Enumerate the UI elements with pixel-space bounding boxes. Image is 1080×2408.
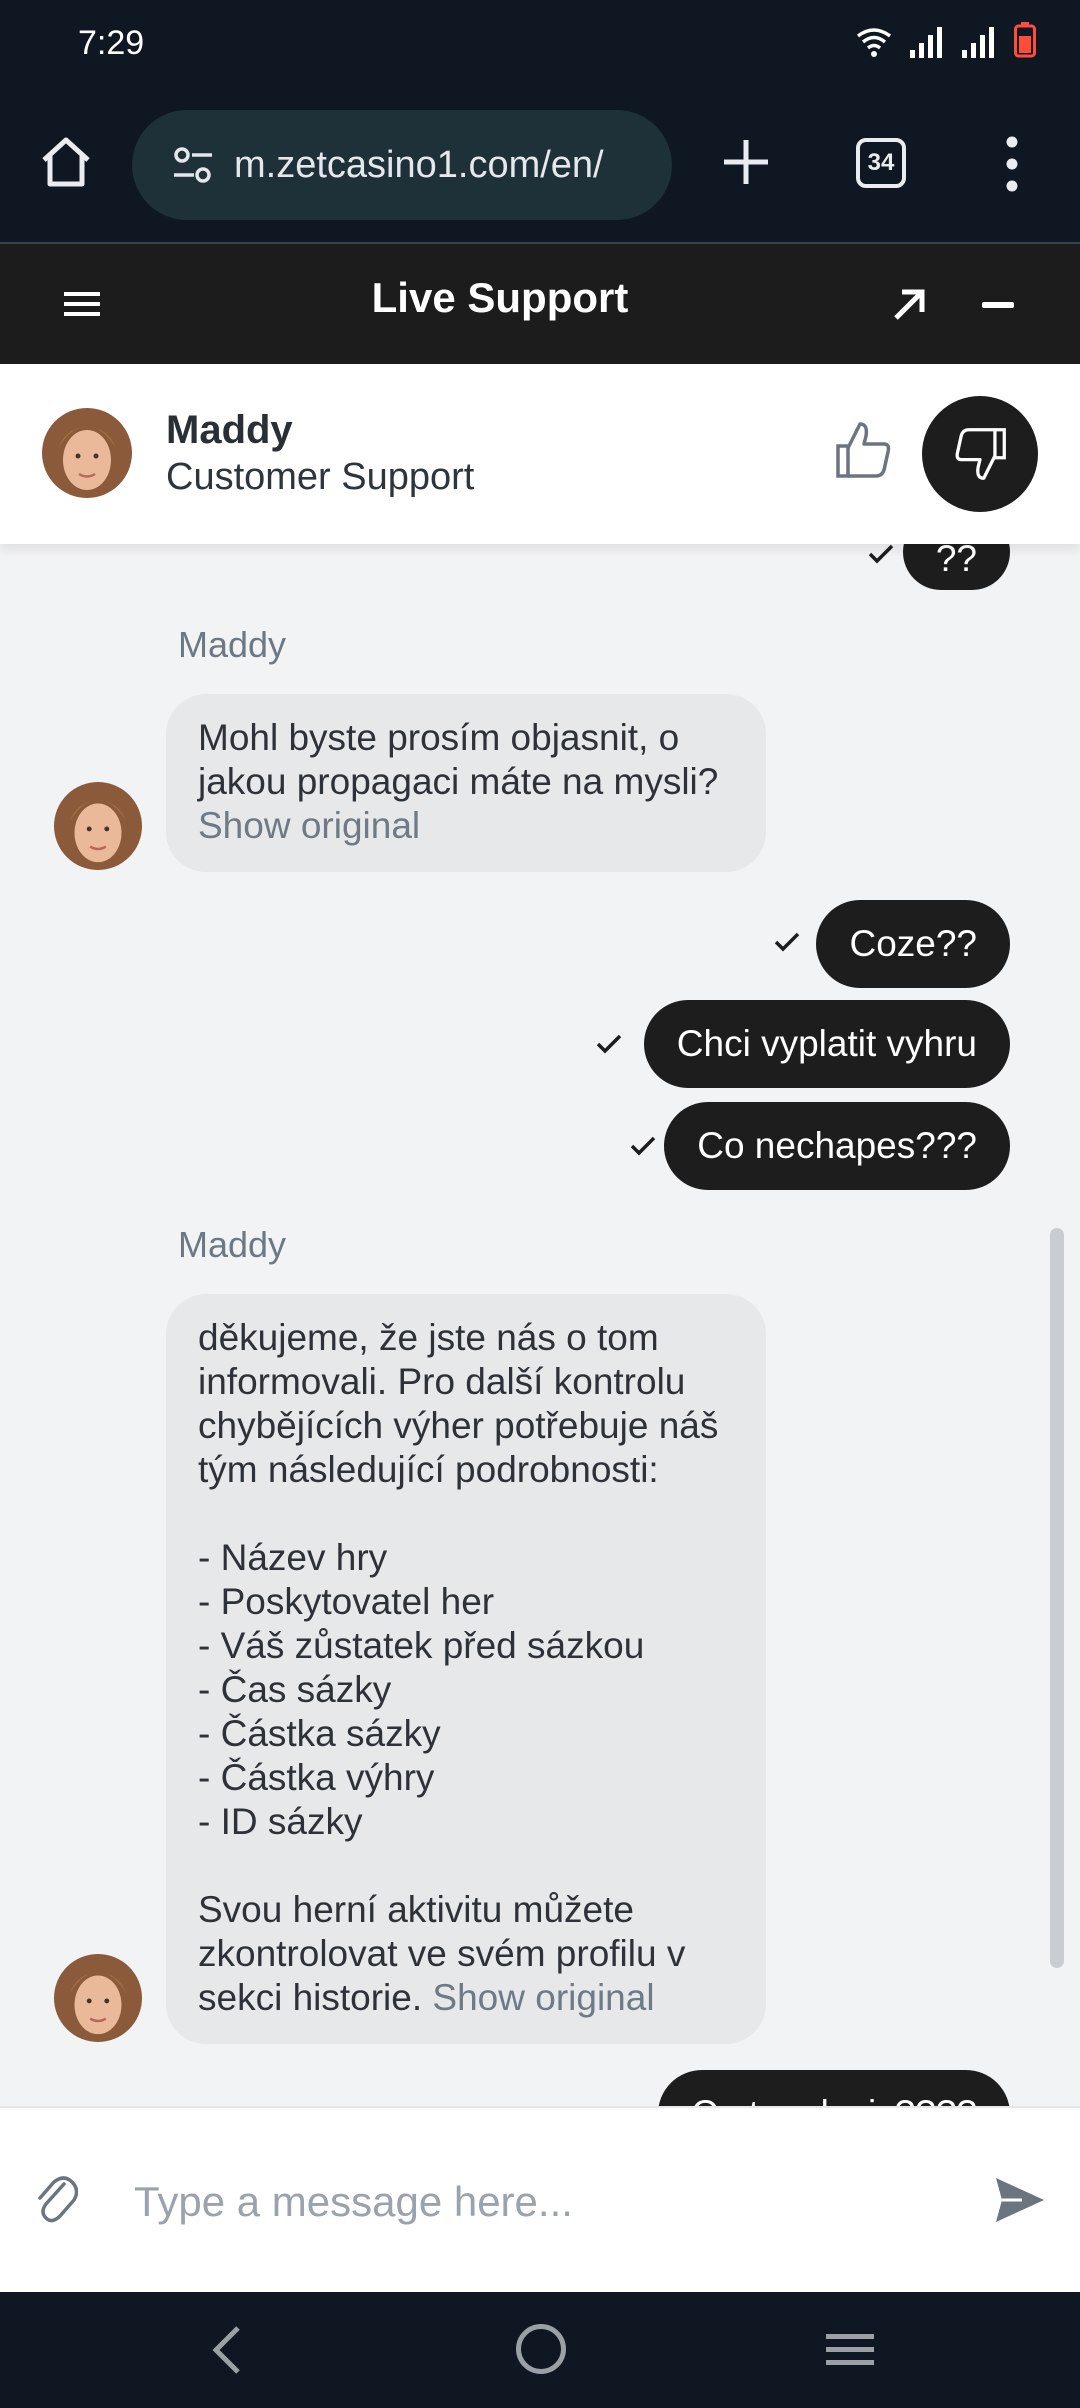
send-icon[interactable] (994, 2174, 1046, 2226)
system-nav-bar (0, 2292, 1080, 2408)
user-message-bubble: Coze?? (816, 900, 1010, 988)
chat-scrollbar[interactable] (1050, 1228, 1064, 1968)
message-input[interactable] (134, 2162, 954, 2242)
agent-name: Maddy (166, 408, 293, 452)
sent-check-icon (630, 1136, 656, 1156)
agent-avatar (42, 408, 132, 498)
message-composer (0, 2106, 1080, 2292)
recents-icon[interactable] (824, 2330, 876, 2370)
user-message-bubble: Chci vyplatit vyhru (643, 1000, 1010, 1088)
agent-message-bubble: děkujeme, že jste nás o tom informovali.… (166, 1294, 766, 2044)
chat-transcript[interactable]: ?? Maddy Mohl byste prosím objasnit, o j… (0, 544, 1080, 2106)
message-text: Mohl byste prosím objasnit, o jakou prop… (198, 717, 719, 802)
home-icon[interactable] (36, 132, 96, 192)
agent-message-bubble: Mohl byste prosím objasnit, o jakou prop… (166, 694, 766, 872)
sent-check-icon (596, 1034, 622, 1054)
thumbs-up-icon[interactable] (834, 420, 894, 480)
back-icon[interactable] (208, 2324, 248, 2376)
sent-check-icon (868, 544, 894, 564)
agent-avatar-small (54, 782, 142, 870)
show-original-link[interactable]: Show original (432, 1977, 654, 2018)
status-bar: 7:29 (0, 0, 1080, 88)
sent-check-icon (774, 932, 800, 952)
nav-home-icon[interactable] (516, 2324, 566, 2374)
attachment-icon[interactable] (34, 2170, 78, 2226)
signal-icon-2 (962, 27, 994, 58)
live-support-title: Live Support (371, 274, 629, 321)
battery-low-icon (1014, 22, 1036, 58)
user-message-bubble: Co nechapes??? (664, 1102, 1010, 1190)
url-text: m.zetcasino1.com/en/ (234, 143, 604, 186)
user-message-bubble: Co to mluvis???? (658, 2070, 1010, 2106)
new-tab-icon[interactable] (716, 132, 776, 192)
address-bar[interactable]: m.zetcasino1.com/en/ (132, 110, 672, 220)
browser-toolbar: m.zetcasino1.com/en/ 34 (0, 88, 1080, 244)
signal-icon-1 (910, 27, 942, 58)
agent-role: Customer Support (166, 456, 475, 498)
live-support-header: Live Support (0, 244, 1080, 364)
agent-avatar-small (54, 1954, 142, 2042)
thumbs-down-icon (955, 428, 1006, 480)
agent-header: Maddy Customer Support (0, 364, 1080, 544)
status-time: 7:29 (78, 24, 145, 62)
tab-count: 34 (867, 149, 895, 176)
tab-switcher-button[interactable]: 34 (856, 138, 906, 188)
sender-label: Maddy (178, 624, 287, 665)
site-settings-icon[interactable] (172, 144, 214, 186)
status-icons (856, 22, 1036, 58)
show-original-link[interactable]: Show original (198, 805, 420, 846)
thumbs-down-button[interactable] (922, 396, 1038, 512)
minimize-button[interactable] (982, 302, 1014, 308)
message-text: děkujeme, že jste nás o tom informovali.… (198, 1317, 719, 2018)
more-vert-icon[interactable] (1000, 134, 1024, 194)
sender-label: Maddy (178, 1224, 287, 1265)
wifi-icon (856, 28, 892, 57)
expand-arrow-icon[interactable] (890, 284, 930, 324)
user-message-bubble: ?? (902, 544, 1010, 590)
